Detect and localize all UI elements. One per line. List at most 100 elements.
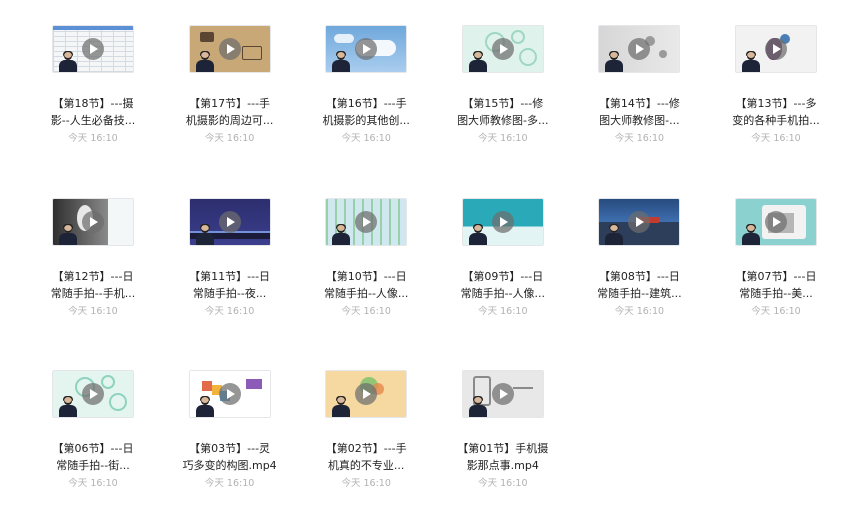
file-name[interactable]: 【第09节】---日 常随手拍--人像... bbox=[451, 268, 555, 302]
file-name-line-1: 【第10节】---日 bbox=[325, 269, 407, 283]
play-icon[interactable] bbox=[218, 38, 241, 60]
video-thumbnail[interactable] bbox=[325, 25, 408, 73]
presenter-figure bbox=[195, 51, 214, 72]
video-thumbnail[interactable] bbox=[325, 197, 408, 246]
play-icon[interactable] bbox=[355, 210, 378, 233]
video-thumbnail[interactable] bbox=[188, 25, 271, 73]
video-thumbnail[interactable] bbox=[52, 197, 134, 246]
presenter-figure bbox=[468, 51, 487, 72]
file-modified-time: 今天 16:10 bbox=[614, 305, 665, 317]
file-name-line-2: 巧多变的构图.mp4 bbox=[182, 459, 277, 472]
presenter-figure bbox=[332, 51, 351, 72]
video-thumbnail[interactable] bbox=[52, 25, 134, 73]
file-name-line-1: 【第07节】---日 bbox=[735, 269, 817, 283]
play-icon[interactable] bbox=[491, 210, 514, 233]
file-name[interactable]: 【第08节】---日 常随手拍--建筑... bbox=[587, 268, 691, 302]
file-item[interactable]: 【第09节】---日 常随手拍--人像... 今天 16:10 bbox=[435, 197, 571, 318]
file-modified-time: 今天 16:10 bbox=[341, 478, 391, 489]
file-item[interactable]: 【第15节】---修 图大师教修图-多... 今天 16:10 bbox=[435, 25, 571, 145]
file-modified-time: 今天 16:10 bbox=[68, 478, 118, 489]
file-name-line-2: 图大师教修图-多... bbox=[457, 114, 549, 127]
file-item[interactable]: 【第10节】---日 常随手拍--人像... 今天 16:10 bbox=[298, 197, 434, 318]
file-item[interactable]: 【第07节】---日 常随手拍--美... 今天 16:10 bbox=[708, 197, 844, 318]
file-item[interactable]: 【第12节】---日 常随手拍--手机... 今天 16:10 bbox=[25, 197, 161, 318]
file-name[interactable]: 【第01节】手机摄 影那点事.mp4 bbox=[451, 440, 555, 474]
file-modified-time: 今天 16:10 bbox=[204, 133, 255, 144]
file-modified-time: 今天 16:10 bbox=[68, 133, 118, 144]
video-thumbnail[interactable] bbox=[325, 370, 408, 418]
file-name-line-1: 【第15节】---修 bbox=[462, 97, 544, 110]
file-name[interactable]: 【第15节】---修 图大师教修图-多... bbox=[451, 95, 555, 129]
file-name-line-1: 【第11节】---日 bbox=[189, 269, 271, 283]
presenter-figure bbox=[468, 223, 487, 245]
play-icon[interactable] bbox=[491, 383, 514, 405]
file-name-line-1: 【第17节】---手 bbox=[189, 97, 271, 110]
video-thumbnail[interactable] bbox=[598, 197, 681, 246]
video-thumbnail[interactable] bbox=[188, 370, 271, 418]
file-name-line-2: 影那点事.mp4 bbox=[466, 459, 539, 472]
file-item[interactable]: 【第02节】---手 机真的不专业... 今天 16:10 bbox=[298, 370, 434, 490]
presenter-figure bbox=[59, 51, 77, 72]
video-thumbnail[interactable] bbox=[461, 370, 544, 418]
video-thumbnail[interactable] bbox=[52, 370, 134, 418]
file-name[interactable]: 【第07节】---日 常随手拍--美... bbox=[724, 268, 828, 302]
file-modified-time: 今天 16:10 bbox=[478, 133, 528, 144]
file-name[interactable]: 【第14节】---修 图大师教修图-... bbox=[587, 95, 691, 129]
presenter-figure bbox=[605, 223, 624, 245]
file-item[interactable]: 【第03节】---灵 巧多变的构图.mp4 今天 16:10 bbox=[162, 370, 298, 490]
play-icon[interactable] bbox=[218, 383, 241, 405]
presenter-figure bbox=[742, 223, 760, 245]
file-modified-time: 今天 16:10 bbox=[478, 478, 528, 489]
file-modified-time: 今天 16:10 bbox=[614, 133, 665, 144]
file-item[interactable]: 【第17节】---手 机摄影的周边可... 今天 16:10 bbox=[162, 25, 298, 145]
presenter-figure bbox=[332, 223, 351, 245]
file-item[interactable]: 【第13节】---多 变的各种手机拍... 今天 16:10 bbox=[708, 25, 844, 145]
presenter-figure bbox=[332, 396, 351, 417]
file-name[interactable]: 【第10节】---日 常随手拍--人像... bbox=[314, 268, 418, 302]
video-thumbnail[interactable] bbox=[735, 25, 817, 73]
play-icon[interactable] bbox=[628, 210, 651, 233]
file-item[interactable]: 【第08节】---日 常随手拍--建筑... 今天 16:10 bbox=[571, 197, 707, 318]
file-item[interactable]: 【第18节】---摄 影--人生必备技... 今天 16:10 bbox=[25, 25, 161, 145]
file-name[interactable]: 【第16节】---手 机摄影的其他创... bbox=[314, 95, 418, 129]
play-icon[interactable] bbox=[82, 383, 104, 405]
file-name[interactable]: 【第06节】---日 常随手拍--街... bbox=[41, 440, 145, 474]
file-modified-time: 今天 16:10 bbox=[341, 133, 391, 144]
file-name[interactable]: 【第13节】---多 变的各种手机拍... bbox=[724, 95, 828, 129]
file-name[interactable]: 【第02节】---手 机真的不专业... bbox=[314, 440, 418, 474]
play-icon[interactable] bbox=[218, 210, 241, 233]
play-icon[interactable] bbox=[765, 210, 787, 233]
file-name[interactable]: 【第18节】---摄 影--人生必备技... bbox=[41, 95, 145, 129]
file-item[interactable]: 【第06节】---日 常随手拍--街... 今天 16:10 bbox=[25, 370, 161, 490]
video-thumbnail[interactable] bbox=[735, 197, 817, 246]
file-item[interactable]: 【第11节】---日 常随手拍--夜... 今天 16:10 bbox=[162, 197, 298, 318]
file-name-line-1: 【第03节】---灵 bbox=[189, 442, 271, 455]
play-icon[interactable] bbox=[82, 210, 104, 233]
file-name-line-2: 常随手拍--街... bbox=[56, 459, 130, 472]
presenter-figure bbox=[468, 396, 487, 417]
file-name-line-2: 常随手拍--人像... bbox=[460, 286, 546, 300]
file-name-line-2: 图大师教修图-... bbox=[599, 114, 680, 127]
file-name-line-1: 【第18节】---摄 bbox=[52, 97, 134, 110]
file-name-line-1: 【第09节】---日 bbox=[462, 269, 544, 283]
file-modified-time: 今天 16:10 bbox=[751, 305, 801, 317]
file-name-line-1: 【第02节】---手 bbox=[325, 442, 407, 455]
presenter-figure bbox=[195, 223, 214, 245]
play-icon[interactable] bbox=[491, 38, 514, 60]
file-name-line-2: 常随手拍--美... bbox=[739, 286, 813, 300]
video-thumbnail[interactable] bbox=[598, 25, 681, 73]
play-icon[interactable] bbox=[82, 38, 104, 60]
video-thumbnail[interactable] bbox=[188, 197, 271, 246]
file-name[interactable]: 【第17节】---手 机摄影的周边可... bbox=[178, 95, 282, 129]
file-modified-time: 今天 16:10 bbox=[204, 305, 255, 317]
file-item[interactable]: 【第01节】手机摄 影那点事.mp4 今天 16:10 bbox=[435, 370, 571, 490]
play-icon[interactable] bbox=[765, 38, 787, 60]
file-item[interactable]: 【第14节】---修 图大师教修图-... 今天 16:10 bbox=[571, 25, 707, 145]
file-name-line-1: 【第08节】---日 bbox=[598, 269, 680, 283]
video-thumbnail[interactable] bbox=[461, 197, 544, 246]
video-thumbnail[interactable] bbox=[461, 25, 544, 73]
file-name[interactable]: 【第11节】---日 常随手拍--夜... bbox=[178, 268, 282, 302]
file-name[interactable]: 【第03节】---灵 巧多变的构图.mp4 bbox=[178, 440, 282, 474]
file-item[interactable]: 【第16节】---手 机摄影的其他创... 今天 16:10 bbox=[298, 25, 434, 145]
file-name[interactable]: 【第12节】---日 常随手拍--手机... bbox=[41, 268, 145, 302]
